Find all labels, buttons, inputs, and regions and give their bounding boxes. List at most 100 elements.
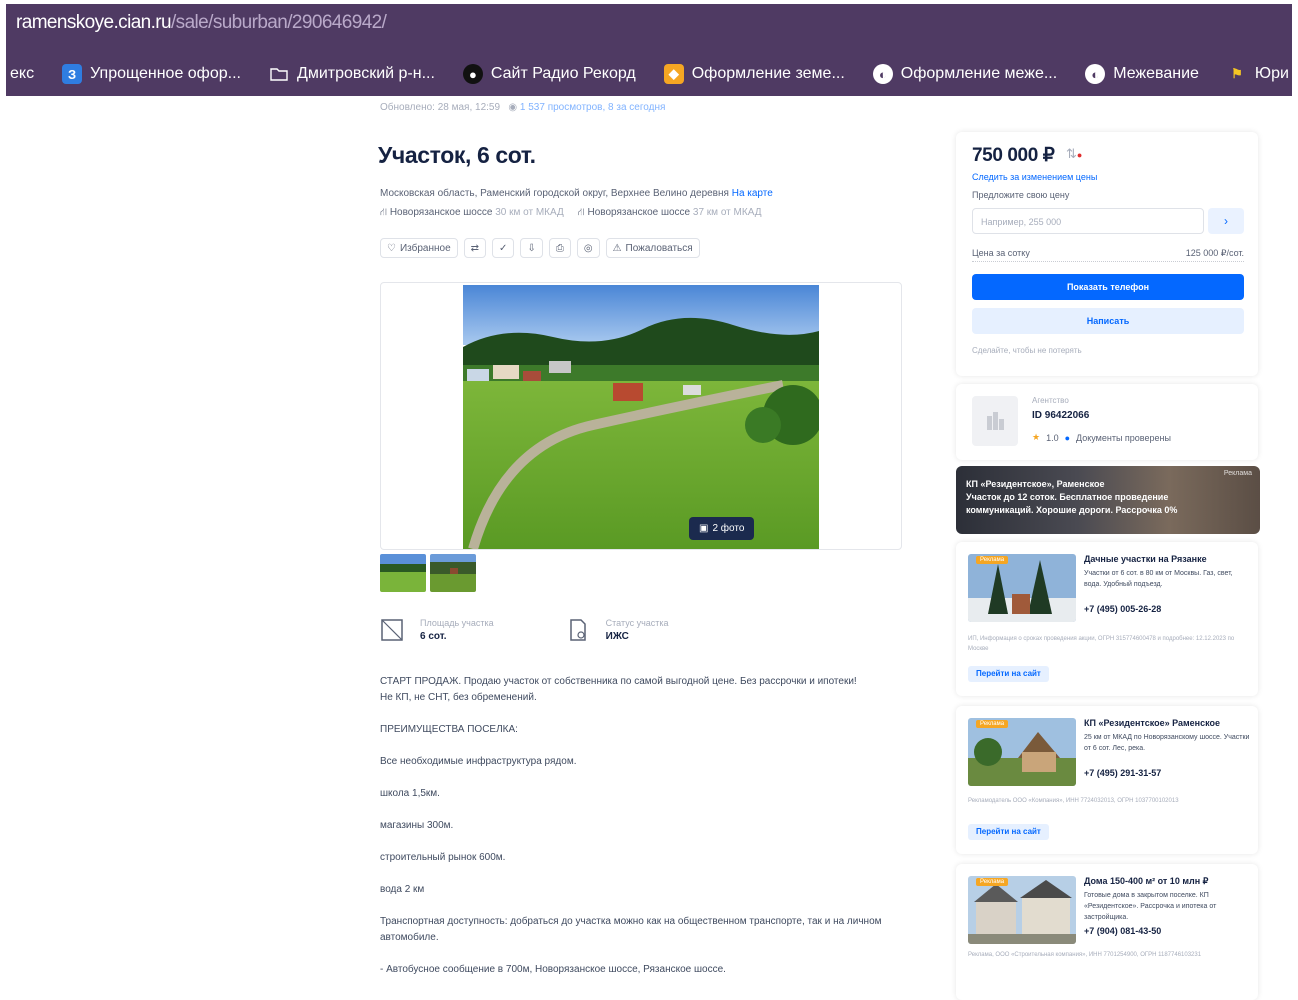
bookmark-item[interactable]: ◆ Оформление земе... bbox=[650, 64, 859, 84]
show-phone-button[interactable]: Показать телефон bbox=[972, 274, 1244, 300]
ad-site-button[interactable]: Перейти на сайт bbox=[968, 824, 1049, 840]
eye-icon: ◉ bbox=[508, 102, 518, 113]
ad-text: Готовые дома в закрытом поселке. КП «Рез… bbox=[1084, 892, 1217, 921]
ppa-value: 125 000 ₽/сот. bbox=[1185, 248, 1244, 258]
listing-address: Московская область, Раменский городской … bbox=[380, 184, 800, 222]
bookmarks-bar: екс З Упрощенное офор... Дмитровский р-н… bbox=[6, 56, 1292, 92]
promo-banner[interactable]: Реклама КП «Резидентское», Раменское Уча… bbox=[956, 466, 1260, 534]
docs-verified: Документы проверены bbox=[1076, 432, 1171, 443]
url-host: ramenskoye.cian.ru bbox=[16, 12, 172, 33]
document-icon bbox=[569, 619, 586, 641]
description-line: ПРЕИМУЩЕСТВА ПОСЕЛКА: bbox=[380, 724, 518, 735]
hide-button[interactable]: ◎ bbox=[576, 238, 600, 258]
bookmark-item[interactable]: ● Сайт Радио Рекорд bbox=[449, 64, 650, 84]
bookmark-item[interactable]: ◐ Оформление межe... bbox=[859, 64, 1071, 84]
agent-card[interactable]: Агентство ID 96422066 ★ 1.0 ● Документы … bbox=[956, 384, 1258, 460]
landscape-photo bbox=[463, 285, 819, 549]
views-count[interactable]: 1 537 просмотров, 8 за сегодня bbox=[520, 102, 666, 113]
favorite-button[interactable]: ♡ Избранное bbox=[380, 238, 458, 258]
price-chart-icon[interactable]: ⇅● bbox=[1066, 146, 1082, 162]
bookmark-label: Юри bbox=[1254, 65, 1289, 82]
address-bar[interactable]: ramenskoye.cian.ru/sale/suburban/2906469… bbox=[16, 12, 387, 40]
compare-button[interactable]: ⇄ bbox=[463, 238, 487, 258]
ad-phone[interactable]: +7 (495) 291-31-57 bbox=[1084, 768, 1161, 778]
complain-button[interactable]: ⚠ Пожаловаться bbox=[605, 238, 700, 258]
ad-legal: ИП, Информация о сроках проведения акции… bbox=[968, 636, 1235, 652]
highway-name[interactable]: Новорязанское шоссе bbox=[588, 207, 691, 218]
description-line: школа 1,5км. bbox=[380, 788, 440, 799]
complain-label: Пожаловаться bbox=[625, 242, 693, 254]
eye-off-icon: ◎ bbox=[583, 242, 593, 254]
ad-site-button[interactable]: Перейти на сайт bbox=[968, 666, 1049, 682]
ad-image bbox=[968, 876, 1076, 944]
price-watch-link[interactable]: Следить за изменением цены bbox=[972, 172, 1097, 182]
agent-rating: ★ 1.0 ● Документы проверены bbox=[1032, 432, 1171, 443]
page-content: Обновлено: 28 мая, 12:59 ◉ 1 537 просмот… bbox=[0, 96, 1298, 1000]
ad-card[interactable]: Реклама Дачные участки на Рязанке Участк… bbox=[956, 542, 1258, 696]
bookmark-label: Упрощенное офор... bbox=[90, 65, 241, 82]
print-button[interactable]: ⎙ bbox=[548, 238, 571, 258]
folder-icon bbox=[269, 64, 289, 84]
address-text: Московская область, Раменский городской … bbox=[380, 188, 729, 199]
bookmark-label: Оформление межe... bbox=[900, 65, 1058, 82]
description-line: Транспортная доступность: добраться до у… bbox=[380, 916, 882, 943]
ad-title: КП «Резидентское» Раменское bbox=[1084, 718, 1220, 728]
warning-icon: ⚠ bbox=[612, 242, 622, 254]
area-icon bbox=[381, 619, 403, 641]
bookmark-label: Межевание bbox=[1113, 65, 1199, 82]
price-per-area: Цена за сотку 125 000 ₽/сот. bbox=[972, 248, 1244, 262]
listing-facts: Площадь участка 6 сот. Статус участка ИЖ… bbox=[380, 618, 669, 642]
ad-card[interactable]: Реклама Дома 150-400 м² от 10 млн ₽ Гото… bbox=[956, 864, 1258, 1000]
highway-icon: ⛙ bbox=[577, 207, 585, 218]
promo-heading: КП «Резидентское», Раменское bbox=[966, 479, 1105, 489]
fact-value: 6 сот. bbox=[420, 631, 447, 642]
description-line: СТАРТ ПРОДАЖ. Продаю участок от собствен… bbox=[380, 676, 857, 687]
highway-dist: 30 км от МКАД bbox=[495, 207, 564, 218]
favorite-label: Избранное bbox=[399, 242, 451, 254]
ad-image bbox=[968, 718, 1076, 786]
globe-icon: ◐ bbox=[872, 64, 893, 84]
description-line: Не КП, не СНТ, без обременений. bbox=[380, 692, 537, 703]
bookmark-item[interactable]: екс bbox=[6, 65, 48, 83]
download-icon: ⇩ bbox=[527, 242, 536, 254]
offer-input[interactable]: Например, 255 000 bbox=[972, 208, 1204, 234]
flag-icon: ⚑ bbox=[1231, 66, 1243, 81]
share-button[interactable]: ✓ bbox=[492, 238, 515, 258]
thumbnail-strip bbox=[380, 554, 476, 592]
bookmark-item[interactable]: З Упрощенное офор... bbox=[48, 64, 255, 84]
offer-submit-button[interactable]: › bbox=[1208, 208, 1244, 234]
map-link[interactable]: На карте bbox=[732, 188, 773, 199]
check-icon: ✓ bbox=[499, 242, 508, 254]
ad-phone[interactable]: +7 (495) 005-26-28 bbox=[1084, 604, 1161, 614]
thumbnail[interactable] bbox=[380, 554, 426, 592]
promo-title: КП «Резидентское», Раменское Участок до … bbox=[966, 478, 1186, 517]
ad-title: Дачные участки на Рязанке bbox=[1084, 554, 1207, 564]
bookmark-item[interactable]: Дмитровский р-н... bbox=[255, 64, 449, 84]
write-button[interactable]: Написать bbox=[972, 308, 1244, 334]
agent-id[interactable]: ID 96422066 bbox=[1032, 410, 1089, 421]
highways: ⛙ Новорязанское шоссе 30 км от МКАД ⛙ Но… bbox=[380, 203, 800, 222]
photo-count-label: 2 фото bbox=[712, 523, 745, 534]
description-line: строительный рынок 600м. bbox=[380, 852, 506, 863]
description-line: магазины 300м. bbox=[380, 820, 454, 831]
fact-area: Площадь участка 6 сот. bbox=[380, 618, 494, 642]
fact-label: Площадь участка bbox=[420, 618, 494, 628]
main-photo[interactable]: ▣ 2 фото bbox=[463, 285, 819, 549]
agency-logo-icon bbox=[972, 396, 1018, 446]
price: 750 000 ₽ bbox=[972, 145, 1055, 166]
download-button[interactable]: ⇩ bbox=[520, 238, 543, 258]
fact-value: ИЖС bbox=[605, 631, 629, 642]
bookmark-item[interactable]: ◐ Межевание bbox=[1071, 64, 1213, 84]
ad-legal: Рекламодатель ООО «Компания», ИНН 772403… bbox=[968, 798, 1179, 804]
highway-icon: ⛙ bbox=[380, 207, 388, 218]
ad-label: Реклама bbox=[1223, 470, 1252, 477]
bookmark-item[interactable]: ⚑ Юри bbox=[1213, 64, 1292, 84]
photo-count-badge[interactable]: ▣ 2 фото bbox=[689, 517, 755, 540]
listing-toolbar: ♡ Избранное ⇄ ✓ ⇩ ⎙ ◎ ⚠ Пожаловаться bbox=[380, 238, 700, 258]
ad-phone[interactable]: +7 (904) 081-43-50 bbox=[1084, 926, 1161, 936]
description-line: вода 2 км bbox=[380, 884, 425, 895]
fact-status: Статус участка ИЖС bbox=[566, 618, 669, 642]
thumbnail[interactable] bbox=[430, 554, 476, 592]
highway-name[interactable]: Новорязанское шоссе bbox=[390, 207, 493, 218]
ad-card[interactable]: Реклама КП «Резидентское» Раменское 25 к… bbox=[956, 706, 1258, 854]
